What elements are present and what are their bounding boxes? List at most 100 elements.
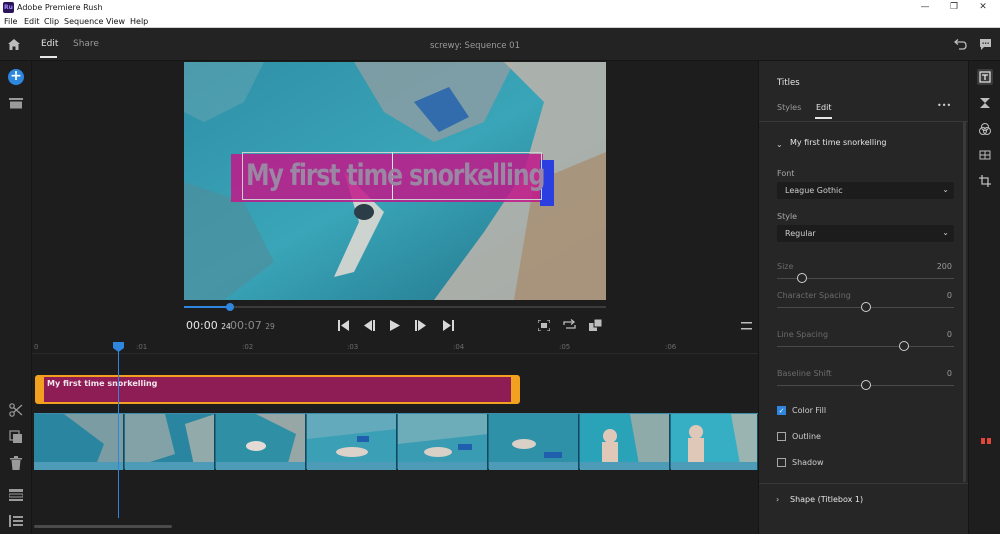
menu-help[interactable]: Help (130, 17, 148, 26)
character-spacing-slider[interactable] (777, 302, 954, 312)
track-layout-icon[interactable] (9, 489, 23, 501)
speed-icon[interactable] (977, 147, 993, 163)
menu-bar: File Edit Clip Sequence View Help (0, 16, 1000, 28)
title-clip-label: My first time snorkelling (47, 379, 158, 388)
shape-section-title[interactable]: Shape (Titlebox 1) (790, 495, 863, 504)
outline-checkbox[interactable] (777, 432, 786, 441)
color-fill-checkbox[interactable]: ✓ (777, 406, 786, 415)
size-value[interactable]: 200 (937, 262, 952, 271)
scrub-bar[interactable] (184, 303, 606, 311)
hamburger-menu-icon[interactable] (741, 322, 752, 330)
tab-panel-edit[interactable]: Edit (816, 103, 832, 112)
fit-frame-icon[interactable] (538, 320, 550, 331)
duration-timecode: 00:07 29 (230, 319, 275, 332)
character-spacing-value[interactable]: 0 (947, 291, 952, 300)
window-titlebar: Ru Adobe Premiere Rush — ❐ ✕ (0, 0, 1000, 16)
baseline-shift-slider[interactable] (777, 380, 954, 390)
home-icon[interactable] (7, 38, 21, 51)
panel-divider (759, 121, 969, 122)
project-assets-icon[interactable] (9, 98, 23, 109)
duplicate-icon[interactable] (9, 430, 23, 444)
duration-frames: 29 (265, 322, 275, 331)
line-spacing-handle[interactable] (899, 341, 910, 351)
baseline-shift-label: Baseline Shift (777, 369, 832, 378)
shadow-label: Shadow (792, 458, 824, 467)
chevron-down-icon: ⌄ (942, 228, 949, 237)
close-button[interactable]: ✕ (973, 2, 993, 12)
character-spacing-handle[interactable] (860, 302, 871, 312)
more-options-icon[interactable]: ••• (937, 101, 951, 110)
color-icon[interactable] (977, 121, 993, 137)
video-preview[interactable]: My first time snorkelling (184, 62, 606, 300)
go-to-end-icon[interactable] (442, 320, 454, 331)
font-label: Font (777, 169, 795, 178)
fullscreen-icon[interactable] (589, 319, 602, 331)
playhead-line (118, 346, 119, 518)
line-spacing-slider[interactable] (777, 341, 954, 351)
video-clip[interactable] (34, 413, 758, 470)
scrub-handle[interactable] (225, 303, 234, 311)
timeline[interactable]: 0 :01 :02 :03 :04 :05 :06 My first time … (32, 340, 758, 534)
section-title[interactable]: My first time snorkelling (790, 138, 886, 147)
transitions-icon[interactable] (977, 95, 993, 111)
shadow-checkbox[interactable] (777, 458, 786, 467)
minimize-button[interactable]: — (915, 2, 935, 12)
crop-icon[interactable] (977, 173, 993, 189)
split-clip-icon[interactable] (9, 403, 23, 417)
loop-icon[interactable] (563, 319, 576, 331)
timeline-scrollbar[interactable] (34, 525, 172, 528)
chevron-down-icon[interactable]: ⌄ (776, 140, 783, 149)
ruler-tick-6: :06 (665, 343, 677, 351)
size-label: Size (777, 262, 794, 271)
step-forward-icon[interactable] (415, 320, 427, 331)
clip-thumbnail (671, 414, 758, 470)
go-to-start-icon[interactable] (338, 320, 350, 331)
app-header: Edit Share screwy: Sequence 01 (0, 28, 1000, 61)
clip-thumbnail (216, 414, 306, 470)
track-list-icon[interactable] (9, 515, 23, 527)
tab-edit-underline (40, 56, 57, 58)
size-slider-handle[interactable] (796, 273, 807, 283)
title-clip[interactable]: My first time snorkelling (35, 375, 520, 404)
style-dropdown[interactable]: Regular ⌄ (777, 225, 954, 242)
audio-meter-left (981, 438, 985, 444)
menu-edit[interactable]: Edit (24, 17, 40, 26)
baseline-shift-handle[interactable] (860, 380, 871, 390)
chevron-right-icon[interactable]: › (776, 495, 779, 504)
delete-icon[interactable] (10, 456, 22, 470)
panel-scrollbar[interactable] (963, 122, 966, 482)
undo-icon[interactable] (953, 39, 967, 51)
add-media-button[interactable]: + (8, 69, 24, 85)
color-fill-label: Color Fill (792, 406, 827, 415)
size-slider[interactable] (777, 273, 954, 283)
menu-sequence[interactable]: Sequence (64, 17, 103, 26)
ruler-tick-1: :01 (136, 343, 148, 351)
menu-view[interactable]: View (106, 17, 125, 26)
step-back-icon[interactable] (363, 320, 375, 331)
title-overlay-text[interactable]: My first time snorkelling (246, 158, 546, 192)
menu-clip[interactable]: Clip (44, 17, 59, 26)
line-spacing-label: Line Spacing (777, 330, 829, 339)
titles-panel: Titles Styles Edit ••• ⌄ My first time s… (758, 61, 969, 534)
panel-heading: Titles (777, 78, 800, 88)
tab-styles[interactable]: Styles (777, 103, 801, 112)
feedback-icon[interactable] (979, 38, 992, 51)
audio-meter-right (987, 438, 991, 444)
character-spacing-label: Character Spacing (777, 291, 851, 300)
ruler-tick-0: 0 (34, 343, 39, 351)
tab-share[interactable]: Share (73, 39, 99, 49)
style-value: Regular (785, 229, 816, 238)
outline-label: Outline (792, 432, 821, 441)
baseline-shift-value[interactable]: 0 (947, 369, 952, 378)
font-dropdown[interactable]: League Gothic ⌄ (777, 182, 954, 199)
titles-tool-icon[interactable] (977, 69, 993, 85)
tab-edit[interactable]: Edit (41, 39, 58, 49)
panel-divider (759, 483, 969, 484)
menu-file[interactable]: File (4, 17, 17, 26)
restore-button[interactable]: ❐ (944, 2, 964, 12)
line-spacing-value[interactable]: 0 (947, 330, 952, 339)
clip-thumbnail (125, 414, 215, 470)
play-icon[interactable] (390, 320, 400, 331)
time-ruler[interactable]: 0 :01 :02 :03 :04 :05 :06 (32, 340, 758, 354)
clip-thumbnail (34, 414, 124, 470)
